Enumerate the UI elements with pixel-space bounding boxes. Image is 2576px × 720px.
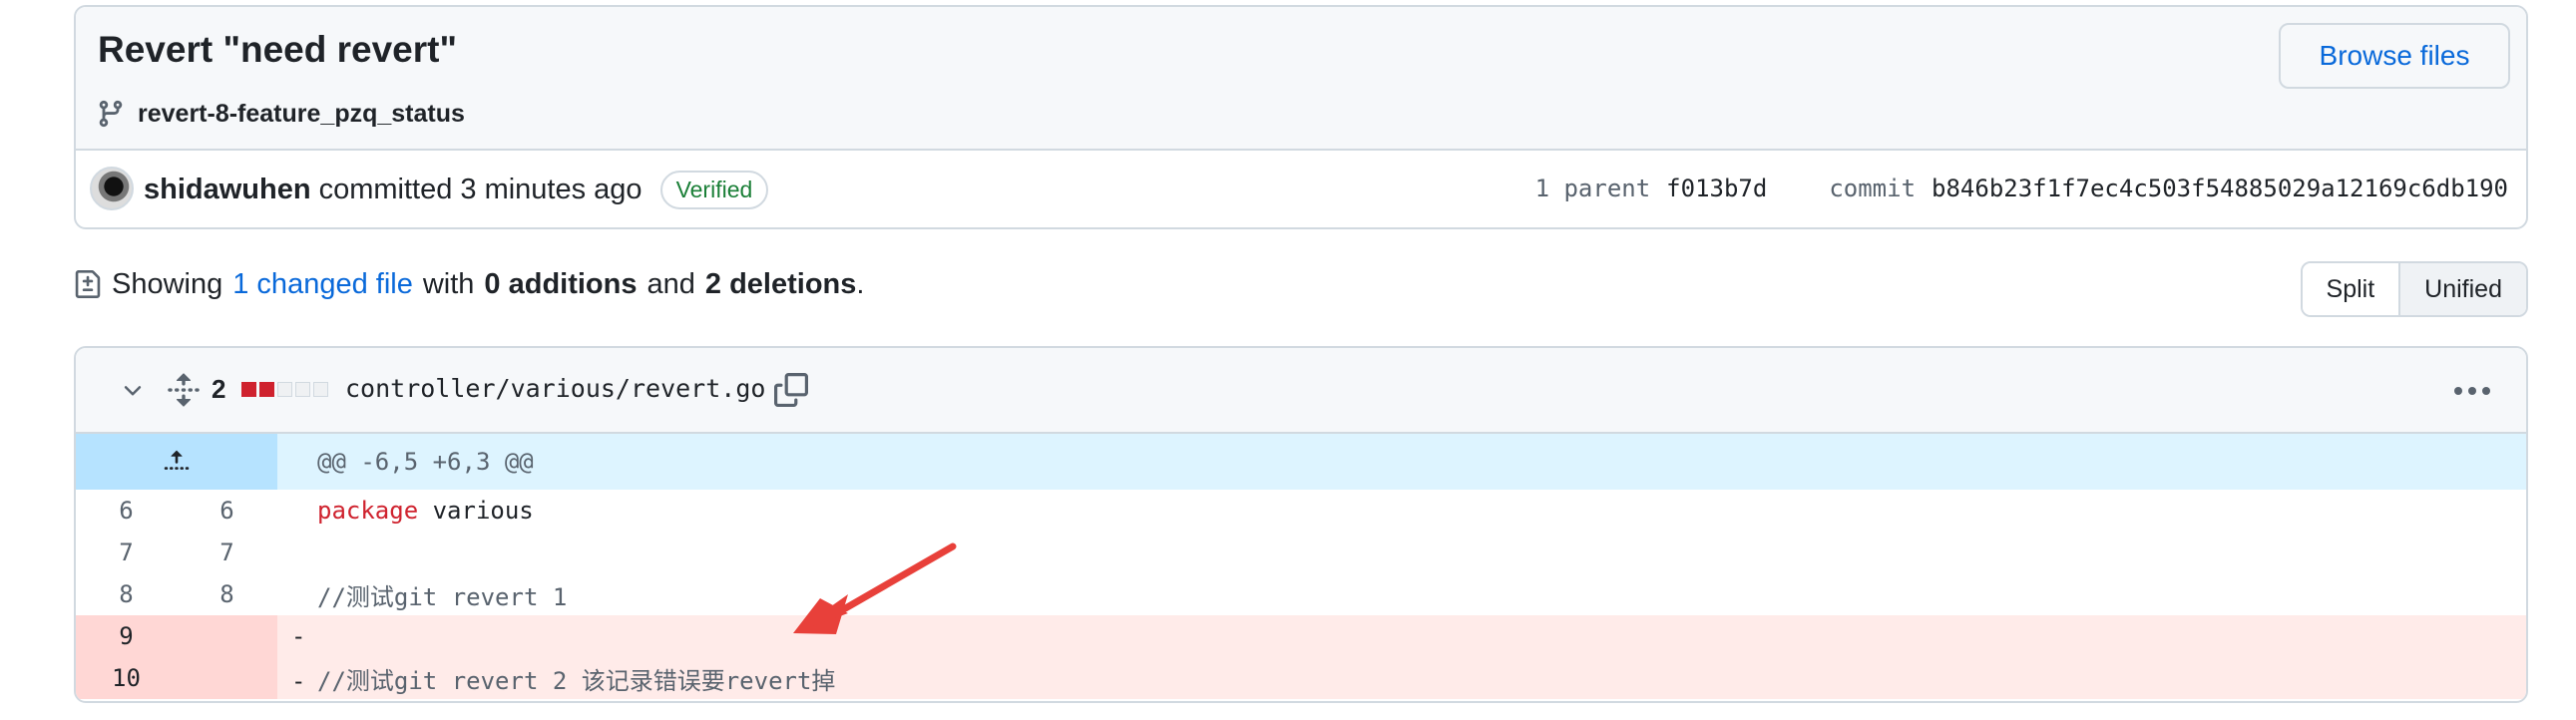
commit-sha[interactable]: b846b23f1f7ec4c503f54885029a12169c6db190 [1932,175,2508,202]
old-line-number[interactable]: 6 [76,490,177,532]
new-line-number[interactable]: 6 [177,490,277,532]
kebab-horizontal-icon[interactable] [2452,378,2492,404]
old-line-number[interactable]: 9 [76,615,177,657]
new-line-number[interactable]: 7 [177,532,277,573]
additions-count: 0 additions [484,267,638,300]
hunk-header: @@ -6,5 +6,3 @@ [317,448,534,476]
diff-body: @@ -6,5 +6,3 @@ 6 6 package various 7 7 … [76,434,2526,699]
verified-badge[interactable]: Verified [659,171,769,210]
unfold-icon[interactable] [166,370,202,410]
line-sign: - [291,666,306,695]
expand-up-button[interactable] [76,434,277,490]
parent-sha-link[interactable]: f013b7d [1666,175,1767,202]
line-sign: - [291,622,306,650]
commit-time: committed 3 minutes ago [318,174,643,206]
old-line-number[interactable]: 7 [76,532,177,573]
new-line-number[interactable]: 8 [177,573,277,615]
commit-title: Revert "need revert" [98,29,458,70]
branch-link[interactable]: revert-8-feature_pzq_status [138,100,465,129]
fold-up-icon [164,450,190,470]
diff-line: 8 8 //测试git revert 1 [76,573,2526,615]
git-branch-icon [99,100,123,128]
browse-files-button[interactable]: Browse files [2279,23,2510,89]
line-code: - [277,622,317,650]
line-code: //测试git revert 1 [277,577,567,612]
diffstat-blocks [241,382,328,397]
changed-files-link[interactable]: 1 changed file [232,268,413,301]
summary-with: with [422,267,475,300]
parent-label: 1 parent [1534,175,1651,202]
keyword-token: package [317,497,419,525]
code-text: //测试git revert 1 [317,582,568,611]
summary-and: and [646,267,695,300]
diffstat-deletion [241,382,256,397]
diff-view-toggle: Split Unified [2300,261,2528,317]
branch-info: revert-8-feature_pzq_status [96,99,465,129]
new-line-number [177,657,277,699]
unified-view-button[interactable]: Unified [2400,263,2526,315]
new-line-number [177,615,277,657]
commit-label: commit [1829,175,1917,202]
diffstat-neutral [313,382,328,397]
code-text: //测试git revert 2 该记录错误要revert掉 [317,666,836,695]
diff-line: 6 6 package various [76,490,2526,532]
diff-summary: Showing 1 changed file with 0 additions … [74,267,864,301]
commit-shas: 1 parent f013b7d commit b846b23f1f7ec4c5… [1535,175,2508,202]
file-diff: 2 controller/various/revert.go @@ -6,5 +… [74,346,2528,703]
summary-showing: Showing [112,267,223,300]
hunk-header-row: @@ -6,5 +6,3 @@ [76,434,2526,490]
old-line-number[interactable]: 10 [76,657,177,699]
commit-meta: shidawuhen committed 3 minutes ago Verif… [76,151,2526,227]
commit-author-line: shidawuhen committed 3 minutes ago Verif… [144,171,769,210]
commit-header: Revert "need revert" revert-8-feature_pz… [74,5,2528,229]
annotation-arrow-icon [793,542,957,634]
author-link[interactable]: shidawuhen [144,174,311,206]
diff-line-deleted: 10 -//测试git revert 2 该记录错误要revert掉 [76,657,2526,699]
line-code: package various [277,497,534,525]
chevron-down-icon[interactable] [120,378,146,404]
commit-title-area: Revert "need revert" revert-8-feature_pz… [76,7,2526,151]
split-view-button[interactable]: Split [2302,263,2401,315]
diffstat-neutral [295,382,310,397]
diffstat-neutral [277,382,292,397]
old-line-number[interactable]: 8 [76,573,177,615]
copy-icon[interactable] [774,372,808,408]
summary-period: . [856,267,865,300]
file-header: 2 controller/various/revert.go [76,348,2526,434]
deletions-count: 2 deletions [704,267,857,300]
diffstat-deletion [259,382,274,397]
code-text: various [418,497,534,525]
diff-line-deleted: 9 - [76,615,2526,657]
change-count: 2 [212,374,226,404]
file-path-link[interactable]: controller/various/revert.go [345,374,765,403]
line-code: -//测试git revert 2 该记录错误要revert掉 [277,661,835,696]
avatar[interactable] [90,167,134,210]
line-code [277,539,317,566]
diff-line: 7 7 [76,532,2526,573]
file-diff-icon [75,270,101,298]
